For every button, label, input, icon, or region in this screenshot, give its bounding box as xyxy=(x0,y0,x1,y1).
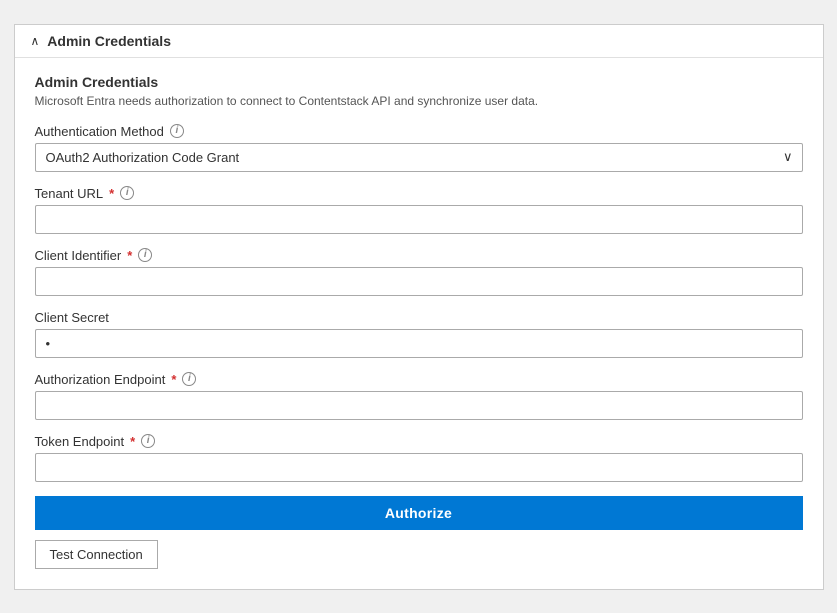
token-endpoint-label-text: Token Endpoint xyxy=(35,434,125,449)
test-connection-button[interactable]: Test Connection xyxy=(35,540,158,569)
client-secret-input[interactable] xyxy=(35,329,803,358)
token-endpoint-required-star: * xyxy=(130,434,135,449)
tenant-url-field: Tenant URL * i xyxy=(35,186,803,234)
tenant-url-info-icon[interactable]: i xyxy=(120,186,134,200)
client-identifier-info-icon[interactable]: i xyxy=(138,248,152,262)
client-identifier-input[interactable] xyxy=(35,267,803,296)
client-secret-label-text: Client Secret xyxy=(35,310,109,325)
authentication-method-select-wrapper: OAuth2 Authorization Code Grant ∨ xyxy=(35,143,803,172)
client-identifier-required-star: * xyxy=(127,248,132,263)
authorization-endpoint-input[interactable] xyxy=(35,391,803,420)
authorization-endpoint-field: Authorization Endpoint * i xyxy=(35,372,803,420)
tenant-url-input[interactable] xyxy=(35,205,803,234)
card-body: Admin Credentials Microsoft Entra needs … xyxy=(15,58,823,589)
tenant-url-required-star: * xyxy=(109,186,114,201)
card-header-title: Admin Credentials xyxy=(47,33,171,49)
client-secret-label: Client Secret xyxy=(35,310,803,325)
authentication-method-label: Authentication Method i xyxy=(35,124,803,139)
authentication-method-select[interactable]: OAuth2 Authorization Code Grant xyxy=(35,143,803,172)
section-title: Admin Credentials xyxy=(35,74,803,90)
card-header: ∧ Admin Credentials xyxy=(15,25,823,58)
authentication-method-label-text: Authentication Method xyxy=(35,124,164,139)
authorization-endpoint-required-star: * xyxy=(171,372,176,387)
token-endpoint-info-icon[interactable]: i xyxy=(141,434,155,448)
token-endpoint-field: Token Endpoint * i xyxy=(35,434,803,482)
authorization-endpoint-info-icon[interactable]: i xyxy=(182,372,196,386)
authentication-method-field: Authentication Method i OAuth2 Authoriza… xyxy=(35,124,803,172)
authorization-endpoint-label: Authorization Endpoint * i xyxy=(35,372,803,387)
client-secret-field: Client Secret xyxy=(35,310,803,358)
client-identifier-label: Client Identifier * i xyxy=(35,248,803,263)
authorization-endpoint-label-text: Authorization Endpoint xyxy=(35,372,166,387)
admin-credentials-card: ∧ Admin Credentials Admin Credentials Mi… xyxy=(14,24,824,590)
authorize-button[interactable]: Authorize xyxy=(35,496,803,530)
client-identifier-field: Client Identifier * i xyxy=(35,248,803,296)
token-endpoint-input[interactable] xyxy=(35,453,803,482)
collapse-chevron-icon[interactable]: ∧ xyxy=(31,34,40,48)
tenant-url-label-text: Tenant URL xyxy=(35,186,104,201)
token-endpoint-label: Token Endpoint * i xyxy=(35,434,803,449)
authentication-method-info-icon[interactable]: i xyxy=(170,124,184,138)
tenant-url-label: Tenant URL * i xyxy=(35,186,803,201)
client-identifier-label-text: Client Identifier xyxy=(35,248,122,263)
section-description: Microsoft Entra needs authorization to c… xyxy=(35,94,803,108)
